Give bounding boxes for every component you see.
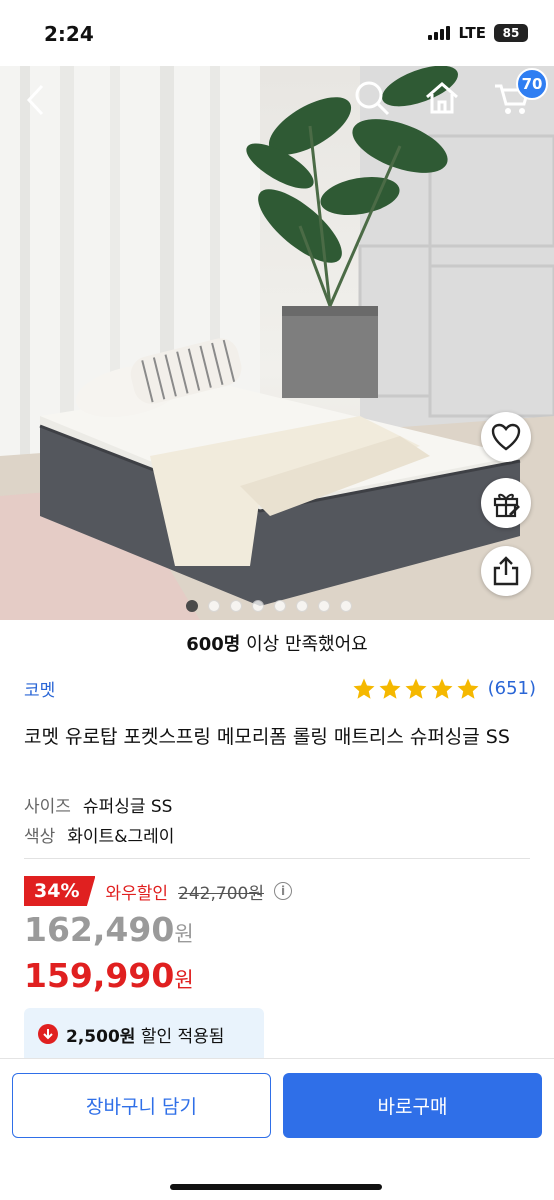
status-time: 2:24 — [44, 22, 94, 46]
carousel-dot[interactable] — [208, 600, 220, 612]
search-button[interactable] — [350, 76, 394, 120]
carousel-dot[interactable] — [274, 600, 286, 612]
arrow-down-icon — [38, 1024, 58, 1044]
search-icon — [355, 81, 390, 116]
buy-now-button[interactable]: 바로구매 — [283, 1073, 542, 1138]
carousel-dot[interactable] — [318, 600, 330, 612]
wow-discount-label: 와우할인 — [105, 883, 169, 904]
satisfaction-rest: 이상 만족했어요 — [240, 634, 368, 655]
final-price-value: 159,990 — [24, 956, 175, 995]
star-icon — [457, 678, 479, 699]
product-image-carousel[interactable]: 70 — [0, 66, 554, 620]
share-button[interactable] — [481, 546, 531, 596]
coupon-text: 2,500원 할인 적용됨 — [66, 1022, 224, 1047]
star-icon — [405, 678, 427, 699]
carousel-dots[interactable] — [186, 600, 352, 612]
wishlist-button[interactable] — [481, 412, 531, 462]
bottom-action-bar: 장바구니 담기 바로구매 — [0, 1058, 554, 1200]
heart-icon — [491, 423, 521, 451]
status-bar: 2:24 LTE 85 — [0, 0, 554, 66]
home-indicator — [170, 1184, 382, 1190]
home-button[interactable] — [420, 76, 464, 120]
home-icon — [426, 82, 458, 114]
info-icon[interactable]: i — [274, 882, 292, 900]
brand-link[interactable]: 코멧 — [24, 676, 55, 701]
coupon-rest: 할인 적용됨 — [135, 1026, 225, 1047]
color-label: 색상 — [24, 827, 56, 847]
product-title: 코멧 유로탑 포켓스프링 메모리폼 롤링 매트리스 슈퍼싱글 SS — [24, 726, 510, 748]
share-icon — [493, 556, 519, 586]
add-to-cart-button[interactable]: 장바구니 담기 — [12, 1073, 271, 1138]
discount-badge: 34% — [24, 876, 96, 906]
size-option: 사이즈 슈퍼싱글 SS — [24, 792, 172, 817]
final-price-unit: 원 — [174, 968, 194, 992]
star-icon — [353, 678, 375, 699]
review-count[interactable]: (651) — [488, 678, 536, 699]
size-label: 사이즈 — [24, 797, 71, 817]
chevron-left-icon — [26, 84, 44, 116]
brand-rating-row: 코멧 (651) — [24, 676, 536, 701]
price-before-coupon: 162,490원 — [24, 910, 194, 949]
signal-icon — [428, 26, 451, 40]
back-button[interactable] — [14, 78, 58, 122]
status-indicators: LTE 85 — [428, 24, 528, 42]
gift-icon — [493, 493, 520, 518]
original-price: 242,700원 — [178, 883, 264, 904]
battery-icon: 85 — [494, 24, 528, 42]
price-before-unit: 원 — [174, 922, 194, 946]
final-price: 159,990원 — [24, 956, 194, 995]
size-value: 슈퍼싱글 SS — [82, 797, 173, 817]
coupon-amount: 2,500원 — [66, 1026, 136, 1047]
discount-row: 34% 와우할인 242,700원 i — [24, 876, 292, 906]
carousel-dot[interactable] — [186, 600, 198, 612]
carousel-dot[interactable] — [296, 600, 308, 612]
carousel-dot[interactable] — [252, 600, 264, 612]
color-option: 색상 화이트&그레이 — [24, 822, 174, 847]
carousel-dot[interactable] — [230, 600, 242, 612]
coupon-applied-box[interactable]: 2,500원 할인 적용됨 — [24, 1008, 264, 1060]
price-before-value: 162,490 — [24, 910, 175, 949]
carousel-dot[interactable] — [340, 600, 352, 612]
color-value: 화이트&그레이 — [67, 827, 175, 847]
rating[interactable]: (651) — [352, 677, 536, 701]
divider — [24, 858, 530, 859]
product-photo — [0, 66, 554, 620]
gift-button[interactable] — [481, 478, 531, 528]
star-icon — [431, 678, 453, 699]
network-type: LTE — [458, 24, 486, 42]
satisfaction-text: 600명 이상 만족했어요 — [0, 630, 554, 656]
satisfaction-count: 600명 — [186, 634, 241, 655]
star-icon — [379, 678, 401, 699]
cart-count-badge: 70 — [516, 68, 548, 100]
